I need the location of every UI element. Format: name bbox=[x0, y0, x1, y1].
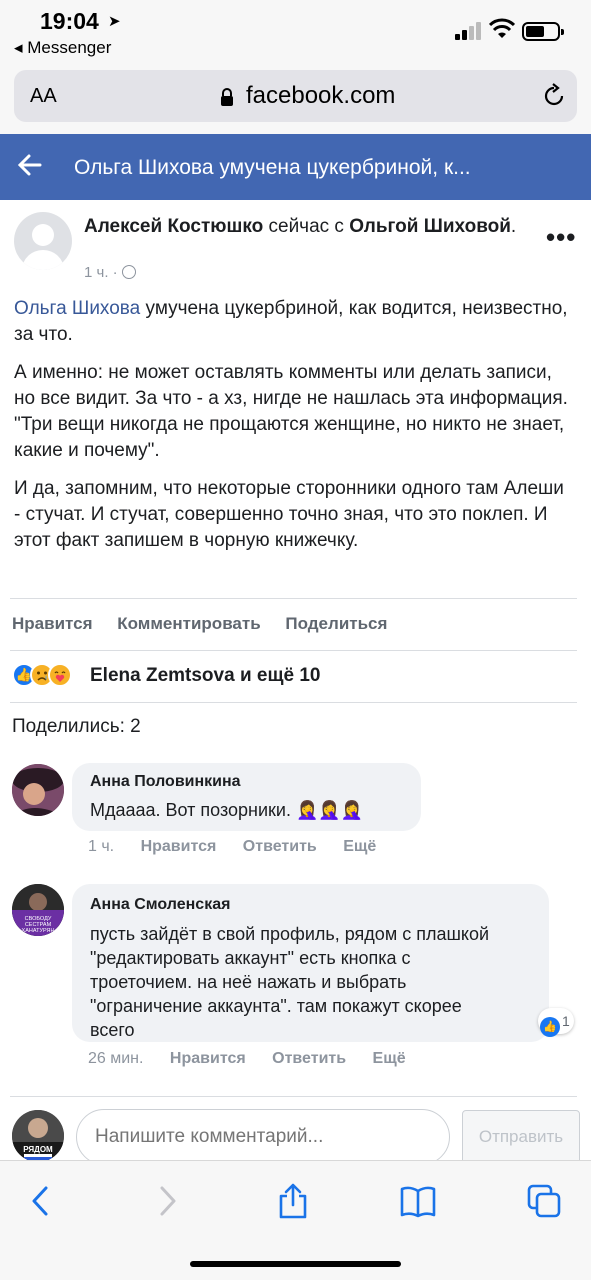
current-user-avatar: РЯДОМ bbox=[12, 1110, 64, 1162]
post-more-button[interactable]: ••• bbox=[546, 222, 576, 253]
with-text: сейчас с bbox=[268, 216, 344, 237]
comment-meta: 26 мин. Нравится Ответить Ещё bbox=[88, 1050, 428, 1068]
comment-text-body: Мдаааа. Вот позорники. bbox=[90, 800, 291, 820]
divider bbox=[10, 702, 577, 703]
svg-text:ХАНАТУРЯН: ХАНАТУРЯН bbox=[22, 928, 55, 934]
comment-bubble: Анна Смоленская пусть зайдёт в свой проф… bbox=[72, 884, 549, 1042]
battery-icon bbox=[522, 22, 564, 41]
share-icon[interactable] bbox=[275, 1183, 311, 1219]
tagged-name[interactable]: Ольгой Шиховой bbox=[349, 216, 511, 237]
comment-reply-button[interactable]: Ответить bbox=[243, 838, 317, 855]
post-time[interactable]: 1 ч. · bbox=[84, 264, 118, 281]
comment-reply-button[interactable]: Ответить bbox=[272, 1050, 346, 1067]
back-to-app-link[interactable]: ◂ Messenger bbox=[14, 38, 111, 58]
url-text[interactable]: facebook.com bbox=[246, 82, 395, 110]
forward-icon[interactable] bbox=[150, 1183, 186, 1219]
bookmarks-icon[interactable] bbox=[400, 1183, 436, 1219]
comment-text: пусть зайдёт в свой профиль, рядом с пла… bbox=[90, 924, 490, 1040]
home-indicator[interactable] bbox=[190, 1261, 401, 1267]
post-paragraph-3: И да, запомним, что некоторые сторонники… bbox=[14, 478, 564, 551]
like-icon: 👍 bbox=[540, 1017, 560, 1037]
divider bbox=[10, 1096, 577, 1097]
divider bbox=[10, 650, 577, 651]
comment-time[interactable]: 26 мин. bbox=[88, 1050, 143, 1067]
status-time: 19:04 bbox=[40, 8, 99, 34]
post-meta: 1 ч. · bbox=[84, 264, 136, 281]
reload-icon[interactable] bbox=[541, 83, 567, 109]
back-arrow-icon[interactable] bbox=[16, 151, 44, 179]
author-avatar[interactable] bbox=[14, 212, 72, 270]
care-reaction-icon bbox=[48, 663, 72, 687]
svg-text:РЯДОМ: РЯДОМ bbox=[23, 1145, 53, 1154]
tagged-suffix: . bbox=[510, 216, 517, 237]
comment-input[interactable] bbox=[76, 1109, 450, 1165]
post-paragraph-1: Ольга Шихова умучена цукербриной, как во… bbox=[14, 296, 574, 348]
lock-icon bbox=[221, 88, 233, 106]
author-name[interactable]: Алексей Костюшко bbox=[84, 216, 263, 237]
para2-line2: "Три вещи никогда не прощаются женщине, … bbox=[14, 414, 565, 461]
comment-more-button[interactable]: Ещё bbox=[373, 1050, 406, 1067]
reactions-text[interactable]: Elena Zemtsova и ещё 10 bbox=[90, 665, 321, 687]
comment-text: Мдаааа. Вот позорники. 🤦‍♀️🤦‍♀️🤦‍♀️ bbox=[90, 798, 363, 822]
status-bar: 19:04 ➤ ◂ Messenger bbox=[0, 0, 591, 64]
tabs-icon[interactable] bbox=[526, 1183, 562, 1219]
post-actions: Нравится Комментировать Поделиться bbox=[12, 614, 407, 634]
comment-more-button[interactable]: Ещё bbox=[343, 838, 376, 855]
comment-time[interactable]: 1 ч. bbox=[88, 838, 114, 855]
comment-like-button[interactable]: Нравится bbox=[141, 838, 217, 855]
comment-author[interactable]: Анна Половинкина bbox=[90, 773, 241, 791]
share-button[interactable]: Поделиться bbox=[285, 614, 387, 633]
mention-link[interactable]: Ольга Шихова bbox=[14, 298, 140, 319]
wifi-icon bbox=[489, 18, 515, 38]
back-icon[interactable] bbox=[22, 1183, 58, 1219]
globe-icon bbox=[121, 265, 136, 279]
commenter-avatar[interactable]: СВОБОДУ СЕСТРАМ ХАНАТУРЯН bbox=[12, 884, 64, 936]
text-size-button[interactable]: AA bbox=[30, 85, 57, 108]
commenter-avatar[interactable] bbox=[12, 764, 64, 816]
address-bar[interactable]: AA facebook.com bbox=[14, 70, 577, 122]
para2-line1: А именно: не может оставлять комменты ил… bbox=[14, 362, 568, 409]
like-button[interactable]: Нравится bbox=[12, 614, 93, 633]
page-title: Ольга Шихова умучена цукербриной, к... bbox=[74, 156, 471, 179]
post-author-line: Алексей Костюшко сейчас с Ольгой Шиховой… bbox=[84, 214, 524, 239]
facebook-header: Ольга Шихова умучена цукербриной, к... bbox=[0, 134, 591, 200]
comment-author[interactable]: Анна Смоленская bbox=[90, 896, 230, 914]
send-button[interactable]: Отправить bbox=[462, 1110, 580, 1164]
facepalm-emoji: 🤦‍♀️🤦‍♀️🤦‍♀️ bbox=[295, 800, 364, 820]
browser-address-area: AA facebook.com bbox=[0, 64, 591, 134]
comment-button[interactable]: Комментировать bbox=[117, 614, 260, 633]
comment-bubble: Анна Половинкина Мдаааа. Вот позорники. … bbox=[72, 763, 421, 831]
like-count-value: 1 bbox=[562, 1013, 570, 1029]
divider bbox=[10, 598, 577, 599]
post-paragraph-2: А именно: не может оставлять комменты ил… bbox=[14, 360, 574, 464]
comment-like-button[interactable]: Нравится bbox=[170, 1050, 246, 1067]
location-arrow-icon: ➤ bbox=[108, 13, 121, 30]
comment-like-count[interactable]: 👍 1 bbox=[538, 1008, 574, 1037]
cellular-signal-icon bbox=[455, 22, 483, 40]
post-body: Ольга Шихова умучена цукербриной, как во… bbox=[14, 296, 574, 566]
comment-meta: 1 ч. Нравится Ответить Ещё bbox=[88, 838, 398, 856]
shares-count[interactable]: Поделились: 2 bbox=[12, 716, 141, 738]
